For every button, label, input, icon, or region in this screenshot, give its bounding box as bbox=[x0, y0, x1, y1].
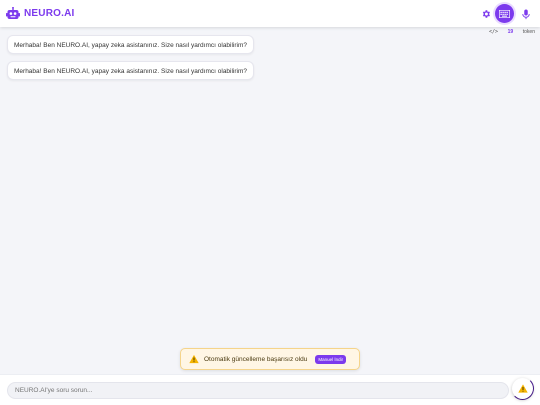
keyboard-mode-button[interactable] bbox=[495, 4, 514, 23]
assistant-message: Merhaba! Ben NEURO.AI, yapay zeka asista… bbox=[7, 61, 255, 80]
token-count: 19 bbox=[507, 29, 514, 35]
warning-icon bbox=[189, 354, 199, 364]
question-input[interactable] bbox=[7, 382, 509, 399]
composer-bar bbox=[0, 374, 540, 405]
microphone-button[interactable] bbox=[520, 8, 532, 20]
app-header: NEURO.AI bbox=[0, 0, 540, 27]
robot-icon bbox=[6, 6, 20, 19]
logo[interactable]: NEURO.AI bbox=[6, 6, 75, 21]
token-counter: </> 19 token bbox=[489, 27, 535, 37]
code-icon[interactable]: </> bbox=[489, 29, 498, 35]
update-failed-toast: Otomatik güncelleme başarısız oldu Manue… bbox=[180, 348, 360, 370]
keyboard-icon bbox=[499, 9, 510, 18]
assistant-message: Merhaba! Ben NEURO.AI, yapay zeka asista… bbox=[7, 35, 255, 54]
app-title: NEURO.AI bbox=[24, 8, 75, 19]
manual-download-button[interactable]: Manuel İndir bbox=[315, 354, 347, 364]
alert-fab-button[interactable] bbox=[512, 378, 533, 399]
warning-icon bbox=[517, 384, 528, 393]
toast-message: Otomatik güncelleme başarısız oldu bbox=[204, 355, 308, 363]
gear-icon bbox=[482, 10, 490, 18]
settings-button[interactable] bbox=[480, 8, 492, 20]
token-label: token bbox=[522, 29, 535, 35]
microphone-icon bbox=[522, 9, 530, 19]
